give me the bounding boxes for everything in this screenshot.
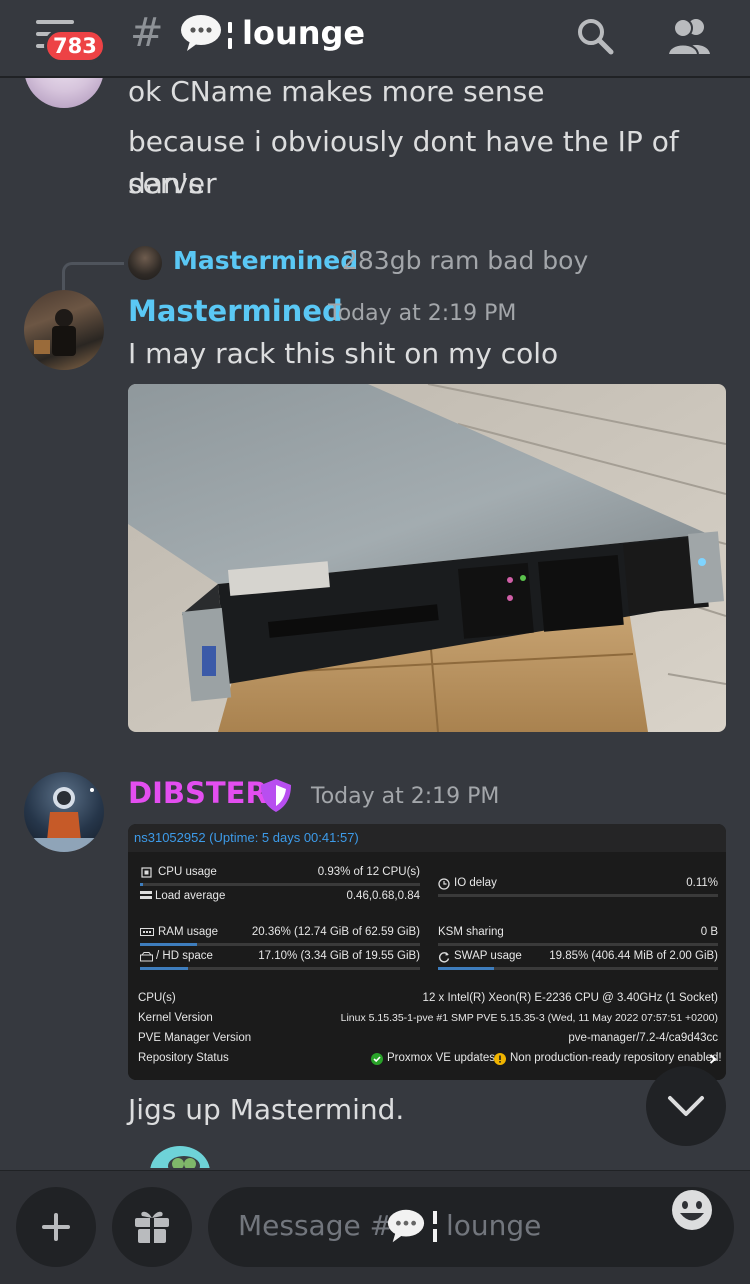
proxmox-summary: CPU usage 0.93% of 12 CPU(s) IO delay 0.… [128,852,726,1080]
hd-label: / HD space [156,950,213,962]
ram-label: RAM usage [158,926,219,938]
ksm-bar [438,943,718,946]
ksm-label: KSM sharing [438,926,504,938]
message-timestamp: Today at 2:19 PM [328,301,517,326]
message-composer: Message # lounge [0,1170,750,1284]
gift-button[interactable] [112,1187,192,1267]
swap-bar [438,967,718,970]
speech-balloon-icon [181,15,221,51]
add-attachment-button[interactable] [16,1187,96,1267]
chevron-right-icon[interactable] [709,1054,717,1064]
sticker-emoji [138,1138,218,1168]
gift-icon [135,1211,169,1243]
clock-icon [438,878,450,890]
cpu-value: 0.93% of 12 CPU(s) [317,866,420,878]
reply-preview[interactable]: 283gb ram bad boy [342,246,588,275]
role-shield-icon [261,779,291,812]
channel-separator-icon [433,1211,437,1243]
speech-balloon-icon [387,1209,425,1243]
message-author[interactable]: DIBSTER [128,776,268,810]
swap-label: SWAP usage [454,950,522,962]
cpu-bar-fill [140,883,143,886]
message-text: Jigs up Mastermind. [128,1093,405,1126]
pve-label: PVE Manager Version [138,1032,252,1044]
ram-bar [140,943,420,946]
hd-bar [140,967,420,970]
unread-badge: 783 [44,29,106,63]
proxmox-screenshot-attachment[interactable]: ns31052952 (Uptime: 5 days 00:41:57) CPU… [128,824,726,1080]
repo-ok: Proxmox VE updates [387,1052,496,1064]
reply-avatar [128,246,162,280]
proxmox-title: ns31052952 (Uptime: 5 days 00:41:57) [128,824,726,852]
ksm-value: 0 B [700,926,718,938]
message-text: I may rack this shit on my colo [128,337,559,370]
kernel-label: Kernel Version [138,1012,213,1024]
ram-bar-fill [140,943,197,946]
pve-value: pve-manager/7.2-4/ca9d43cc [568,1032,718,1044]
reply-connector [62,262,124,292]
channel-separator-icon [228,22,232,50]
message-author[interactable]: Mastermined [128,294,343,328]
kernel-value: Linux 5.15.35-1-pve #1 SMP PVE 5.15.35-3… [340,1012,718,1024]
channel-name[interactable]: lounge [242,14,365,52]
io-value: 0.11% [686,877,718,889]
plus-icon [42,1213,70,1241]
repo-warning: Non production-ready repository enabled! [510,1052,722,1064]
members-icon[interactable] [666,16,712,56]
load-value: 0.46,0.68,0.84 [346,890,420,902]
avatar[interactable] [24,290,104,370]
repo-label: Repository Status [138,1052,229,1064]
server-photo-attachment[interactable] [128,384,726,732]
avatar-image [34,309,76,356]
cpus-value: 12 x Intel(R) Xeon(R) E-2236 CPU @ 3.40G… [422,992,718,1004]
hd-value: 17.10% (3.34 GiB of 19.55 GiB) [258,950,420,962]
load-label: Load average [155,890,226,902]
warning-icon [494,1053,506,1065]
swap-bar-fill [438,967,494,970]
message-input-placeholder-prefix: Message # [238,1209,394,1242]
io-bar [438,894,718,897]
check-icon [371,1053,383,1065]
message-input-placeholder-channel: lounge [446,1209,542,1242]
emoji-picker-icon[interactable] [670,1188,714,1232]
pepe-emoji-icon [150,1146,210,1168]
message-input[interactable]: Message # lounge [208,1187,734,1267]
channel-hash-icon: # [130,10,164,56]
message-text: server [128,167,217,200]
load-icon [140,891,152,899]
chevron-down-icon [668,1096,704,1116]
message-timestamp: Today at 2:19 PM [311,784,500,809]
channel-header: 783 # lounge [0,0,750,78]
avatar-image [24,787,104,852]
server-photo-image [128,384,726,732]
io-label: IO delay [454,877,497,889]
hd-bar-fill [140,967,188,970]
swap-value: 19.85% (406.44 MiB of 2.00 GiB) [549,950,718,962]
reply-author[interactable]: Mastermined [173,246,358,275]
cpus-label: CPU(s) [138,992,176,1004]
scroll-to-bottom-button[interactable] [646,1066,726,1146]
cpu-icon [141,867,152,878]
disk-icon [140,952,153,962]
ram-value: 20.36% (12.74 GiB of 62.59 GiB) [251,926,420,938]
message-text: because i obviously dont have the IP of … [128,125,679,200]
cpu-bar [140,883,420,886]
search-icon[interactable] [575,16,615,56]
cpu-label: CPU usage [158,866,217,878]
memory-icon [140,928,154,936]
avatar[interactable] [24,772,104,852]
refresh-icon [438,952,450,963]
